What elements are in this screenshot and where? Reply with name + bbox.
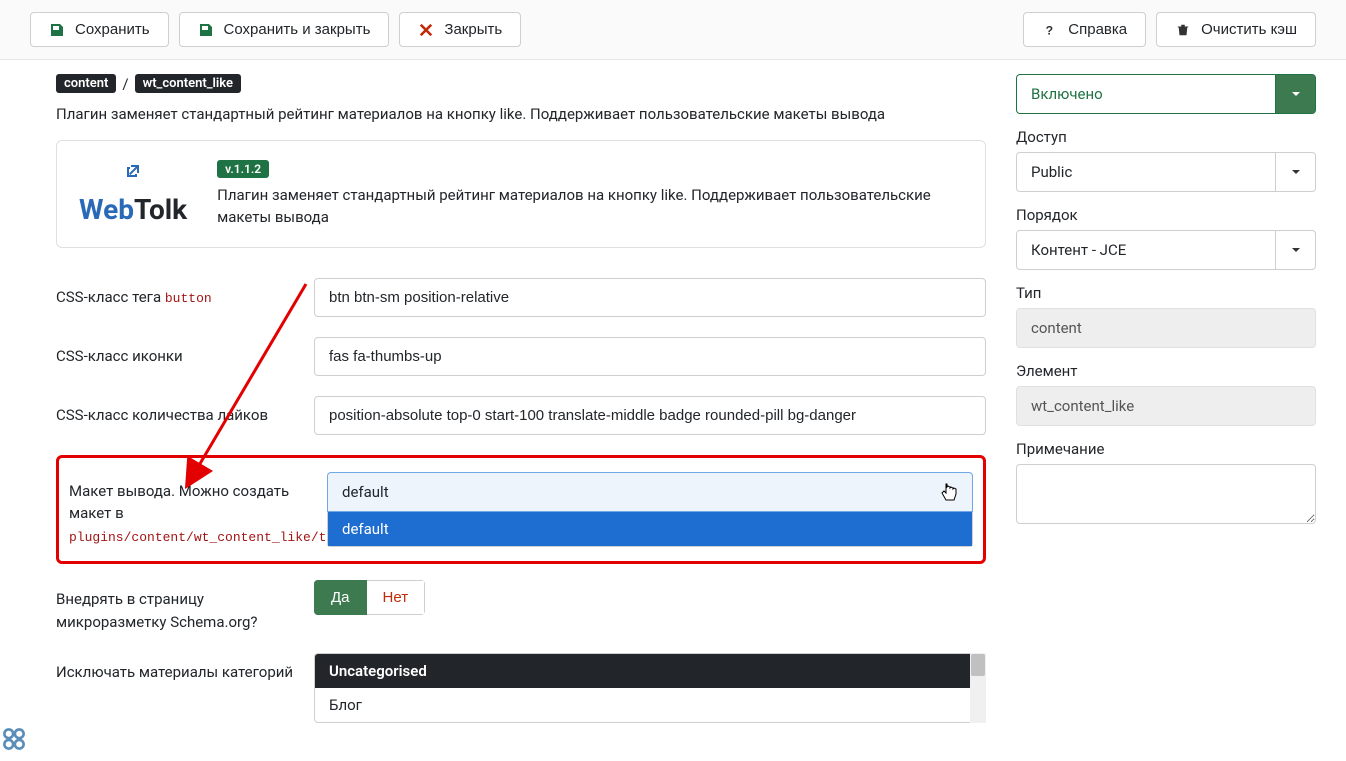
- label-schema: Внедрять в страницу микроразметку Schema…: [56, 580, 294, 633]
- label-layout: Макет вывода. Можно создать макет в plug…: [69, 472, 307, 548]
- type-value: content: [1016, 308, 1316, 348]
- toolbar-right: ? Справка Очистить кэш: [1023, 12, 1316, 47]
- element-label: Элемент: [1016, 362, 1316, 380]
- version-badge: v.1.1.2: [217, 160, 269, 178]
- row-css-icon: CSS-класс иконки: [56, 337, 986, 376]
- svg-text:?: ?: [1046, 23, 1053, 37]
- label-css-button: CSS-класс тега button: [56, 278, 294, 309]
- input-css-icon[interactable]: [314, 337, 986, 376]
- row-exclude-categories: Исключать материалы категорий Uncategori…: [56, 653, 986, 723]
- sidebar: Включено Доступ Public Порядок Контент -…: [1016, 74, 1316, 743]
- joomla-icon: [0, 725, 28, 753]
- row-css-count: CSS-класс количества лайков: [56, 396, 986, 435]
- row-css-button: CSS-класс тега button: [56, 278, 986, 317]
- status-value: Включено: [1017, 76, 1275, 112]
- breadcrumb-sep: /: [122, 75, 128, 93]
- status-caret[interactable]: [1275, 75, 1315, 113]
- row-schema: Внедрять в страницу микроразметку Schema…: [56, 580, 986, 633]
- input-css-count[interactable]: [314, 396, 986, 435]
- external-link-icon[interactable]: [125, 163, 141, 183]
- input-css-button[interactable]: [314, 278, 986, 317]
- schema-toggle: Да Нет: [314, 580, 425, 615]
- label-css-icon: CSS-класс иконки: [56, 337, 294, 368]
- webtolk-logo: WebTolk: [79, 193, 187, 226]
- toolbar-left: Сохранить Сохранить и закрыть Закрыть: [30, 12, 1013, 47]
- content-column: content / wt_content_like Плагин заменяе…: [56, 74, 986, 743]
- access-value: Public: [1017, 154, 1275, 190]
- order-value: Контент - JCE: [1017, 232, 1275, 268]
- save-icon: [49, 22, 65, 38]
- layout-select-value[interactable]: default: [327, 472, 973, 512]
- save-close-label: Сохранить и закрыть: [224, 21, 371, 38]
- exclude-option-uncategorised[interactable]: Uncategorised: [315, 654, 985, 688]
- breadcrumb-group: content: [56, 74, 116, 93]
- save-icon: [198, 22, 214, 38]
- info-card: WebTolk v.1.1.2 Плагин заменяет стандарт…: [56, 140, 986, 248]
- exclude-multiselect[interactable]: Uncategorised Блог: [314, 653, 986, 723]
- element-value: wt_content_like: [1016, 386, 1316, 426]
- help-label: Справка: [1068, 21, 1127, 38]
- clear-cache-button[interactable]: Очистить кэш: [1156, 12, 1316, 47]
- chevron-down-icon[interactable]: [1275, 231, 1315, 269]
- schema-no-button[interactable]: Нет: [367, 580, 426, 615]
- note-textarea[interactable]: [1016, 464, 1316, 524]
- status-select[interactable]: Включено: [1016, 74, 1316, 114]
- access-label: Доступ: [1016, 128, 1316, 146]
- note-label: Примечание: [1016, 440, 1316, 458]
- layout-option-default[interactable]: default: [328, 512, 972, 546]
- layout-select[interactable]: default default: [327, 472, 973, 547]
- type-label: Тип: [1016, 284, 1316, 302]
- access-select[interactable]: Public: [1016, 152, 1316, 192]
- highlighted-layout-row: Макет вывода. Можно создать макет в plug…: [56, 455, 986, 565]
- schema-yes-button[interactable]: Да: [314, 580, 367, 615]
- help-button[interactable]: ? Справка: [1023, 12, 1146, 47]
- exclude-option-blog[interactable]: Блог: [315, 688, 985, 722]
- help-icon: ?: [1042, 22, 1058, 38]
- close-button[interactable]: Закрыть: [399, 12, 521, 47]
- save-label: Сохранить: [75, 21, 150, 38]
- clear-cache-label: Очистить кэш: [1201, 21, 1297, 38]
- close-icon: [418, 22, 434, 38]
- order-select[interactable]: Контент - JCE: [1016, 230, 1316, 270]
- trash-icon: [1175, 22, 1191, 38]
- breadcrumb-name: wt_content_like: [135, 74, 241, 93]
- card-description: Плагин заменяет стандартный рейтинг мате…: [217, 184, 963, 229]
- label-css-count: CSS-класс количества лайков: [56, 396, 294, 427]
- plugin-description: Плагин заменяет стандартный рейтинг мате…: [56, 103, 986, 126]
- layout-dropdown: default: [327, 512, 973, 547]
- close-label: Закрыть: [444, 21, 502, 38]
- logo-box: WebTolk: [79, 159, 187, 229]
- order-label: Порядок: [1016, 206, 1316, 224]
- save-close-button[interactable]: Сохранить и закрыть: [179, 12, 390, 47]
- save-button[interactable]: Сохранить: [30, 12, 169, 47]
- multiselect-scrollbar[interactable]: [970, 653, 986, 723]
- card-body: v.1.1.2 Плагин заменяет стандартный рейт…: [217, 159, 963, 229]
- chevron-down-icon[interactable]: [1275, 153, 1315, 191]
- breadcrumb: content / wt_content_like: [56, 74, 986, 93]
- label-exclude: Исключать материалы категорий: [56, 653, 294, 684]
- toolbar: Сохранить Сохранить и закрыть Закрыть ? …: [0, 0, 1346, 60]
